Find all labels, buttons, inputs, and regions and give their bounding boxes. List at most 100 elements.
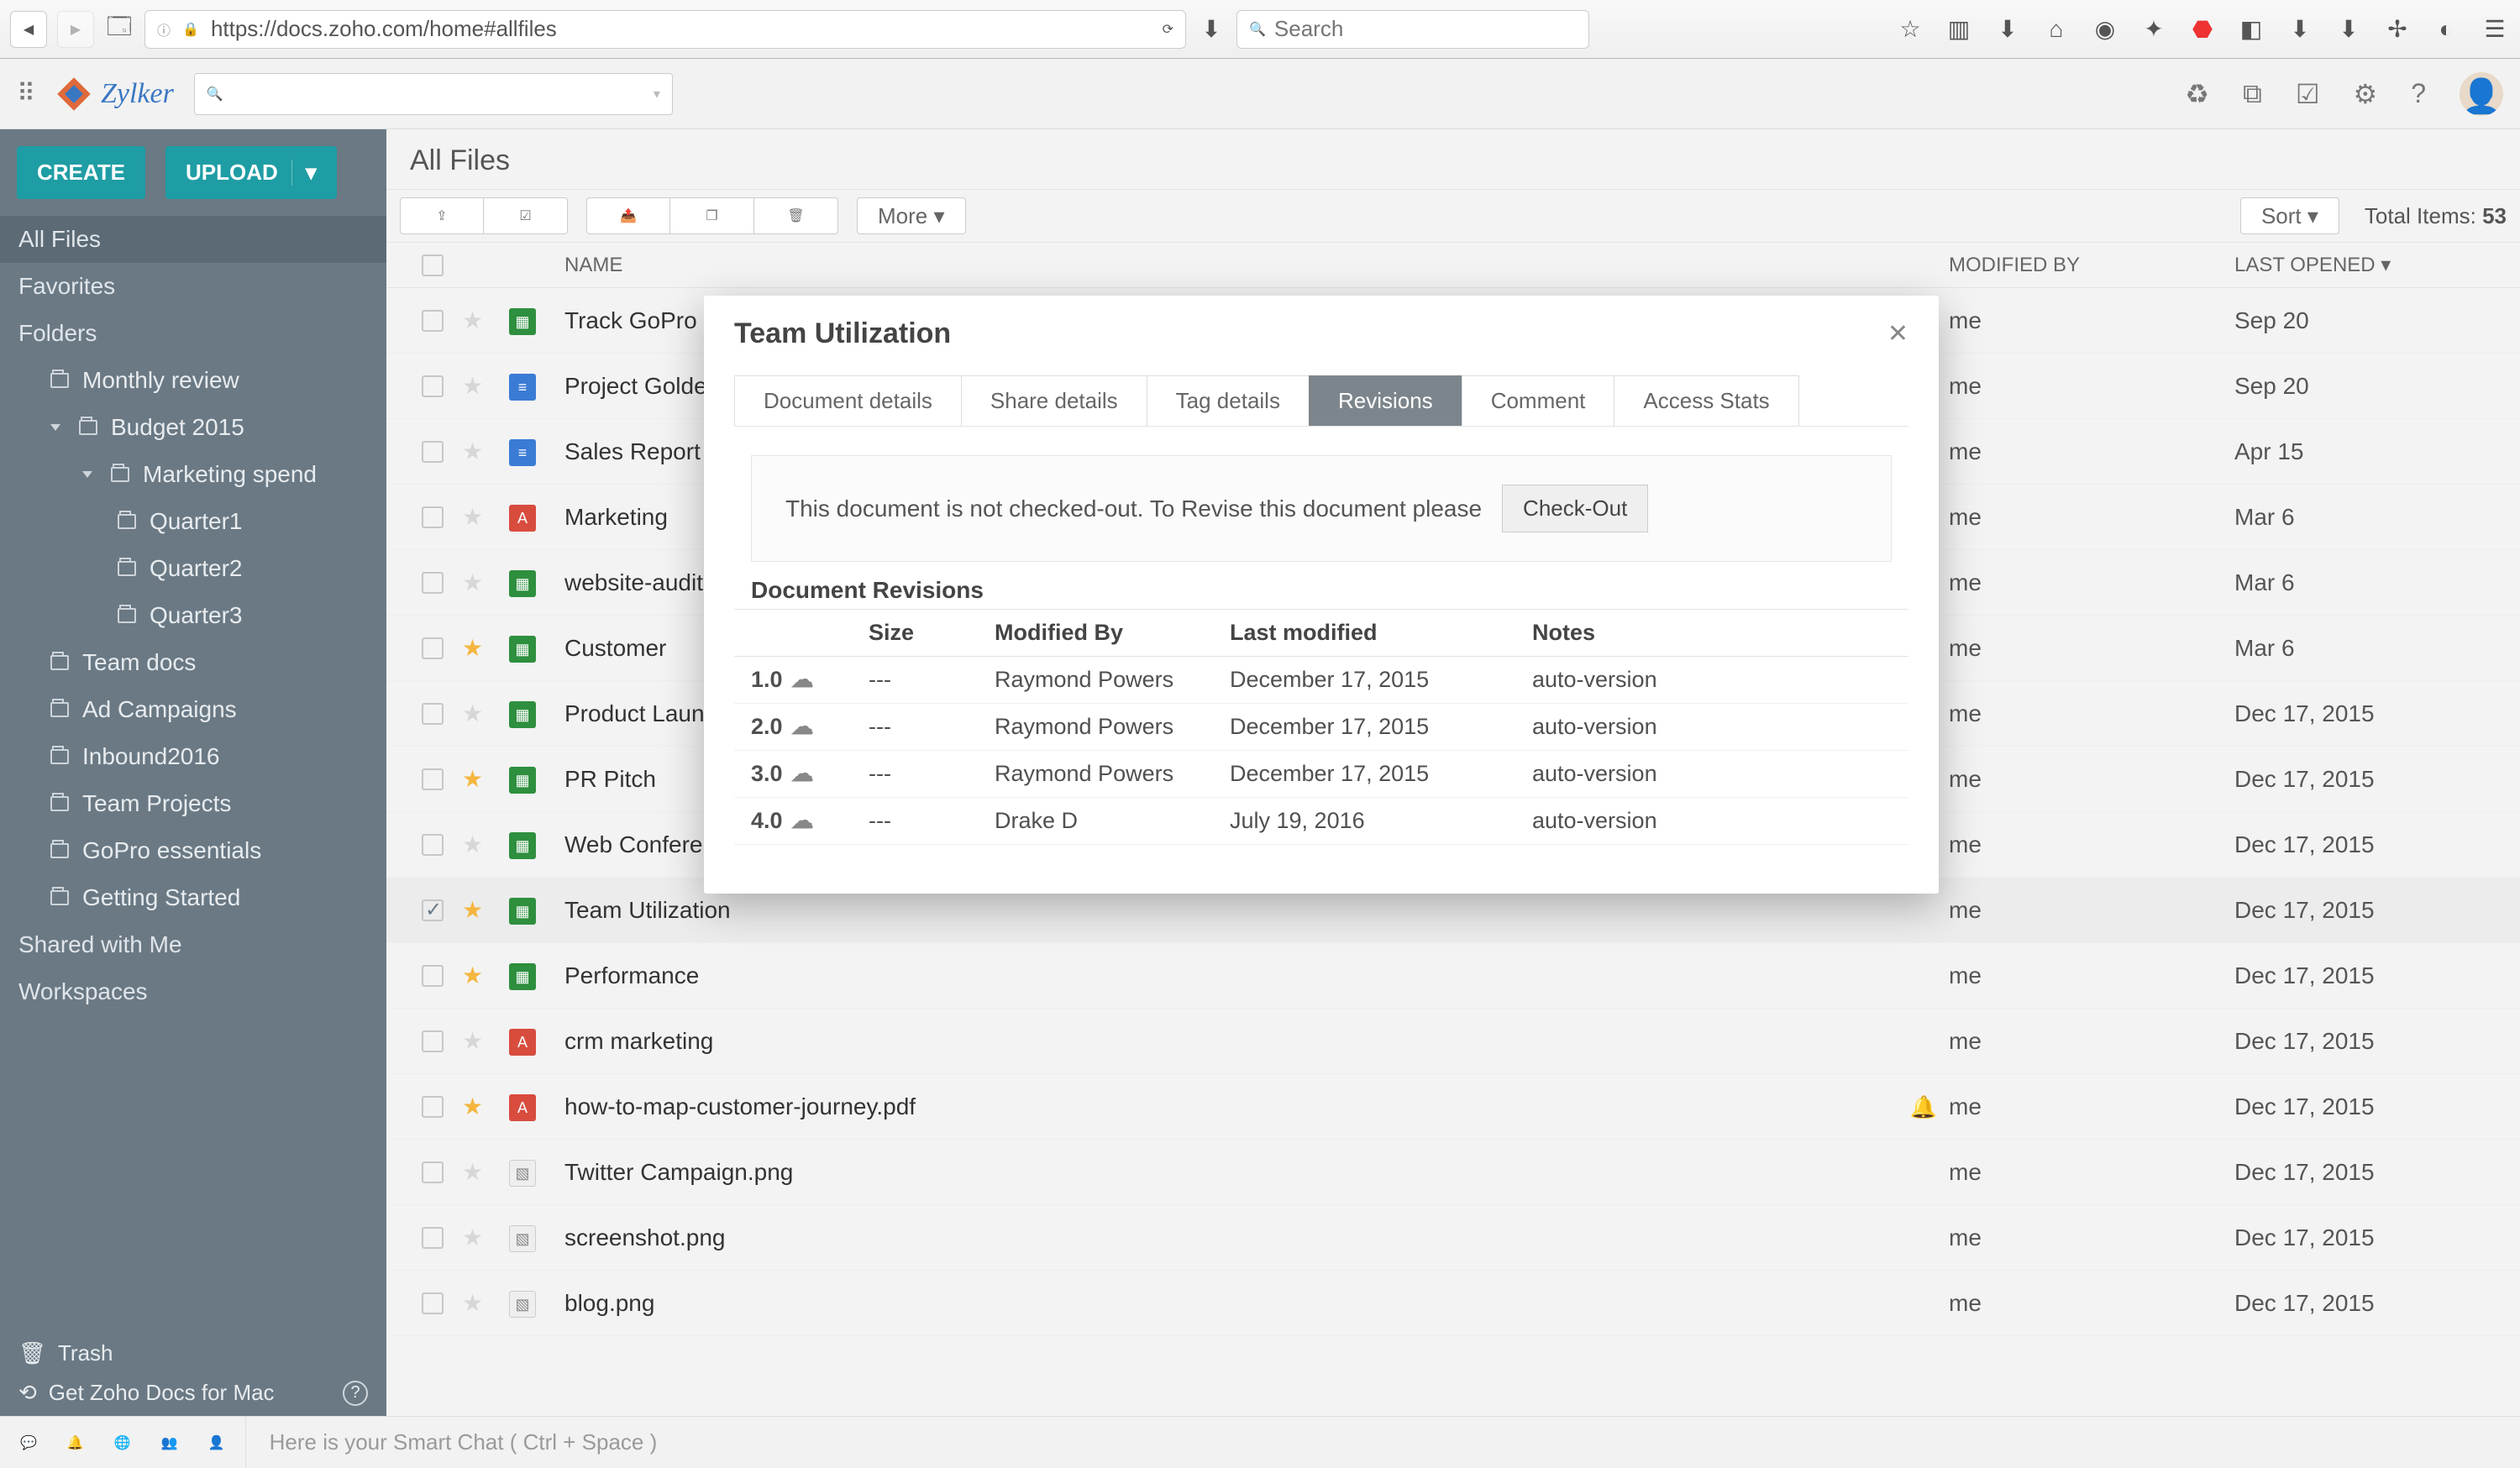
file-name[interactable]: how-to-map-customer-journey.pdf: [556, 1093, 1898, 1120]
tab-revisions[interactable]: Revisions: [1309, 375, 1462, 426]
row-checkbox[interactable]: [422, 768, 444, 790]
download-icon[interactable]: ☁: [791, 667, 814, 693]
star-icon[interactable]: ☆: [1895, 14, 1925, 45]
star-icon[interactable]: ★: [462, 766, 483, 792]
star-icon[interactable]: ★: [462, 1028, 483, 1054]
row-checkbox[interactable]: [422, 1030, 444, 1052]
ext5-icon[interactable]: ◐: [2431, 14, 2461, 45]
home-icon[interactable]: ⌂: [2041, 14, 2071, 45]
tab-access-stats[interactable]: Access Stats: [1614, 375, 1798, 426]
browser-search[interactable]: 🔍: [1236, 10, 1589, 49]
library-icon[interactable]: ▥: [1944, 14, 1974, 45]
sidebar-folder-monthly-review[interactable]: Monthly review: [0, 357, 386, 404]
chat-hint[interactable]: Here is your Smart Chat ( Ctrl + Space ): [245, 1417, 2520, 1468]
contacts-icon[interactable]: 👥: [161, 1434, 178, 1451]
ext2-icon[interactable]: ⬇: [2285, 14, 2315, 45]
tasks-icon[interactable]: ☑: [2296, 78, 2320, 110]
sidebar-folder-inbound2016[interactable]: Inbound2016: [0, 733, 386, 780]
col-modified-by[interactable]: MODIFIED BY: [1949, 254, 2234, 277]
pocket-icon[interactable]: ◉: [2090, 14, 2120, 45]
row-checkbox[interactable]: [422, 506, 444, 528]
search-dropdown-icon[interactable]: ▾: [654, 86, 660, 102]
tab-document-details[interactable]: Document details: [734, 375, 962, 426]
tool-copy-icon[interactable]: ❐: [670, 197, 754, 234]
table-row[interactable]: ★▧screenshot.pngmeDec 17, 2015: [386, 1205, 2520, 1271]
row-checkbox[interactable]: [422, 441, 444, 463]
star-icon[interactable]: ★: [462, 438, 483, 464]
star-icon[interactable]: ★: [462, 700, 483, 726]
file-name[interactable]: blog.png: [556, 1290, 1898, 1317]
star-icon[interactable]: ★: [462, 1093, 483, 1119]
file-name[interactable]: screenshot.png: [556, 1224, 1898, 1251]
url-bar[interactable]: ⓘ 🔒 https://docs.zoho.com/home#allfiles …: [144, 10, 1186, 49]
help-icon[interactable]: ?: [343, 1381, 368, 1406]
ext1-icon[interactable]: ◧: [2236, 14, 2266, 45]
sidebar-folder-getting-started[interactable]: Getting Started: [0, 874, 386, 921]
forward-button[interactable]: ▶: [57, 11, 94, 48]
app-search[interactable]: 🔍 ▾: [194, 73, 673, 115]
star-icon[interactable]: ★: [462, 962, 483, 988]
star-icon[interactable]: ★: [462, 504, 483, 530]
col-name[interactable]: NAME: [556, 254, 1898, 277]
sidebar-folder-quarter3[interactable]: Quarter3: [0, 592, 386, 639]
star-icon[interactable]: ★: [462, 1290, 483, 1316]
more-button[interactable]: More ▾: [857, 197, 966, 234]
sidebar-folder-ad-campaigns[interactable]: Ad Campaigns: [0, 686, 386, 733]
star-icon[interactable]: ★: [462, 635, 483, 661]
sort-button[interactable]: Sort ▾: [2240, 197, 2339, 234]
star-icon[interactable]: ★: [462, 307, 483, 333]
sidebar-favorites[interactable]: Favorites: [0, 263, 386, 310]
table-row[interactable]: ★▧Twitter Campaign.pngmeDec 17, 2015: [386, 1140, 2520, 1205]
browser-search-input[interactable]: [1274, 16, 1577, 42]
gear-icon[interactable]: ⚙: [2354, 78, 2378, 110]
row-checkbox[interactable]: [422, 834, 444, 856]
avatar[interactable]: 👤: [2460, 72, 2503, 116]
bell-icon[interactable]: 🔔: [67, 1434, 84, 1451]
ext3-icon[interactable]: ⬇: [2334, 14, 2364, 45]
row-checkbox[interactable]: [422, 572, 444, 594]
sidebar-folder-quarter2[interactable]: Quarter2: [0, 545, 386, 592]
back-button[interactable]: ◀: [10, 11, 47, 48]
sidebar-folder-budget-2015[interactable]: Budget 2015: [0, 404, 386, 451]
row-checkbox[interactable]: [422, 310, 444, 332]
file-name[interactable]: Twitter Campaign.png: [556, 1159, 1898, 1186]
row-checkbox[interactable]: [422, 1096, 444, 1118]
star-icon[interactable]: ★: [462, 897, 483, 923]
row-checkbox[interactable]: [422, 1292, 444, 1314]
select-all-checkbox[interactable]: [422, 254, 444, 276]
reload-icon[interactable]: ⟳: [1163, 21, 1173, 38]
tab-tag-details[interactable]: Tag details: [1147, 375, 1310, 426]
checkout-button[interactable]: Check-Out: [1502, 485, 1648, 532]
sidebar-folder-team-docs[interactable]: Team docs: [0, 639, 386, 686]
file-name[interactable]: Performance: [556, 962, 1898, 989]
table-row[interactable]: ★▧blog.pngmeDec 17, 2015: [386, 1271, 2520, 1336]
ext4-icon[interactable]: ✢: [2382, 14, 2412, 45]
download-icon[interactable]: ☁: [791, 761, 814, 787]
sidebar-workspaces[interactable]: Workspaces: [0, 968, 386, 1015]
star-icon[interactable]: ★: [462, 569, 483, 595]
apps-grid-icon[interactable]: ⠿: [17, 79, 35, 108]
sidebar-all-files[interactable]: All Files: [0, 216, 386, 263]
help-icon[interactable]: ?: [2411, 78, 2426, 109]
recycle-icon[interactable]: ♻: [2185, 78, 2209, 110]
file-name[interactable]: Team Utilization: [556, 897, 1898, 924]
sidebar-folders[interactable]: Folders: [0, 310, 386, 357]
sidebar-get-mac[interactable]: ⟲Get Zoho Docs for Mac?: [18, 1380, 368, 1406]
col-last-opened[interactable]: LAST OPENED ▾: [2234, 253, 2503, 277]
tab-comment[interactable]: Comment: [1462, 375, 1615, 426]
upload-button[interactable]: UPLOAD ▾: [165, 146, 337, 199]
close-icon[interactable]: ✕: [1887, 319, 1908, 349]
sidebar-folder-marketing-spend[interactable]: Marketing spend: [0, 451, 386, 498]
chat-icon[interactable]: 💬: [20, 1434, 37, 1451]
file-name[interactable]: crm marketing: [556, 1028, 1898, 1055]
download-icon[interactable]: ⬇: [1992, 14, 2023, 45]
sidebar-shared-with-me[interactable]: Shared with Me: [0, 921, 386, 968]
brand[interactable]: Zylker: [55, 76, 174, 113]
site-identity-icon[interactable]: 🗔: [104, 14, 134, 45]
row-checkbox[interactable]: [422, 1161, 444, 1183]
star-icon[interactable]: ★: [462, 1224, 483, 1250]
tool-delete-icon[interactable]: 🗑: [754, 197, 838, 234]
tool-move-icon[interactable]: 📤: [586, 197, 670, 234]
download-icon[interactable]: ☁: [791, 714, 814, 740]
tool-share-icon[interactable]: ⇪: [400, 197, 484, 234]
